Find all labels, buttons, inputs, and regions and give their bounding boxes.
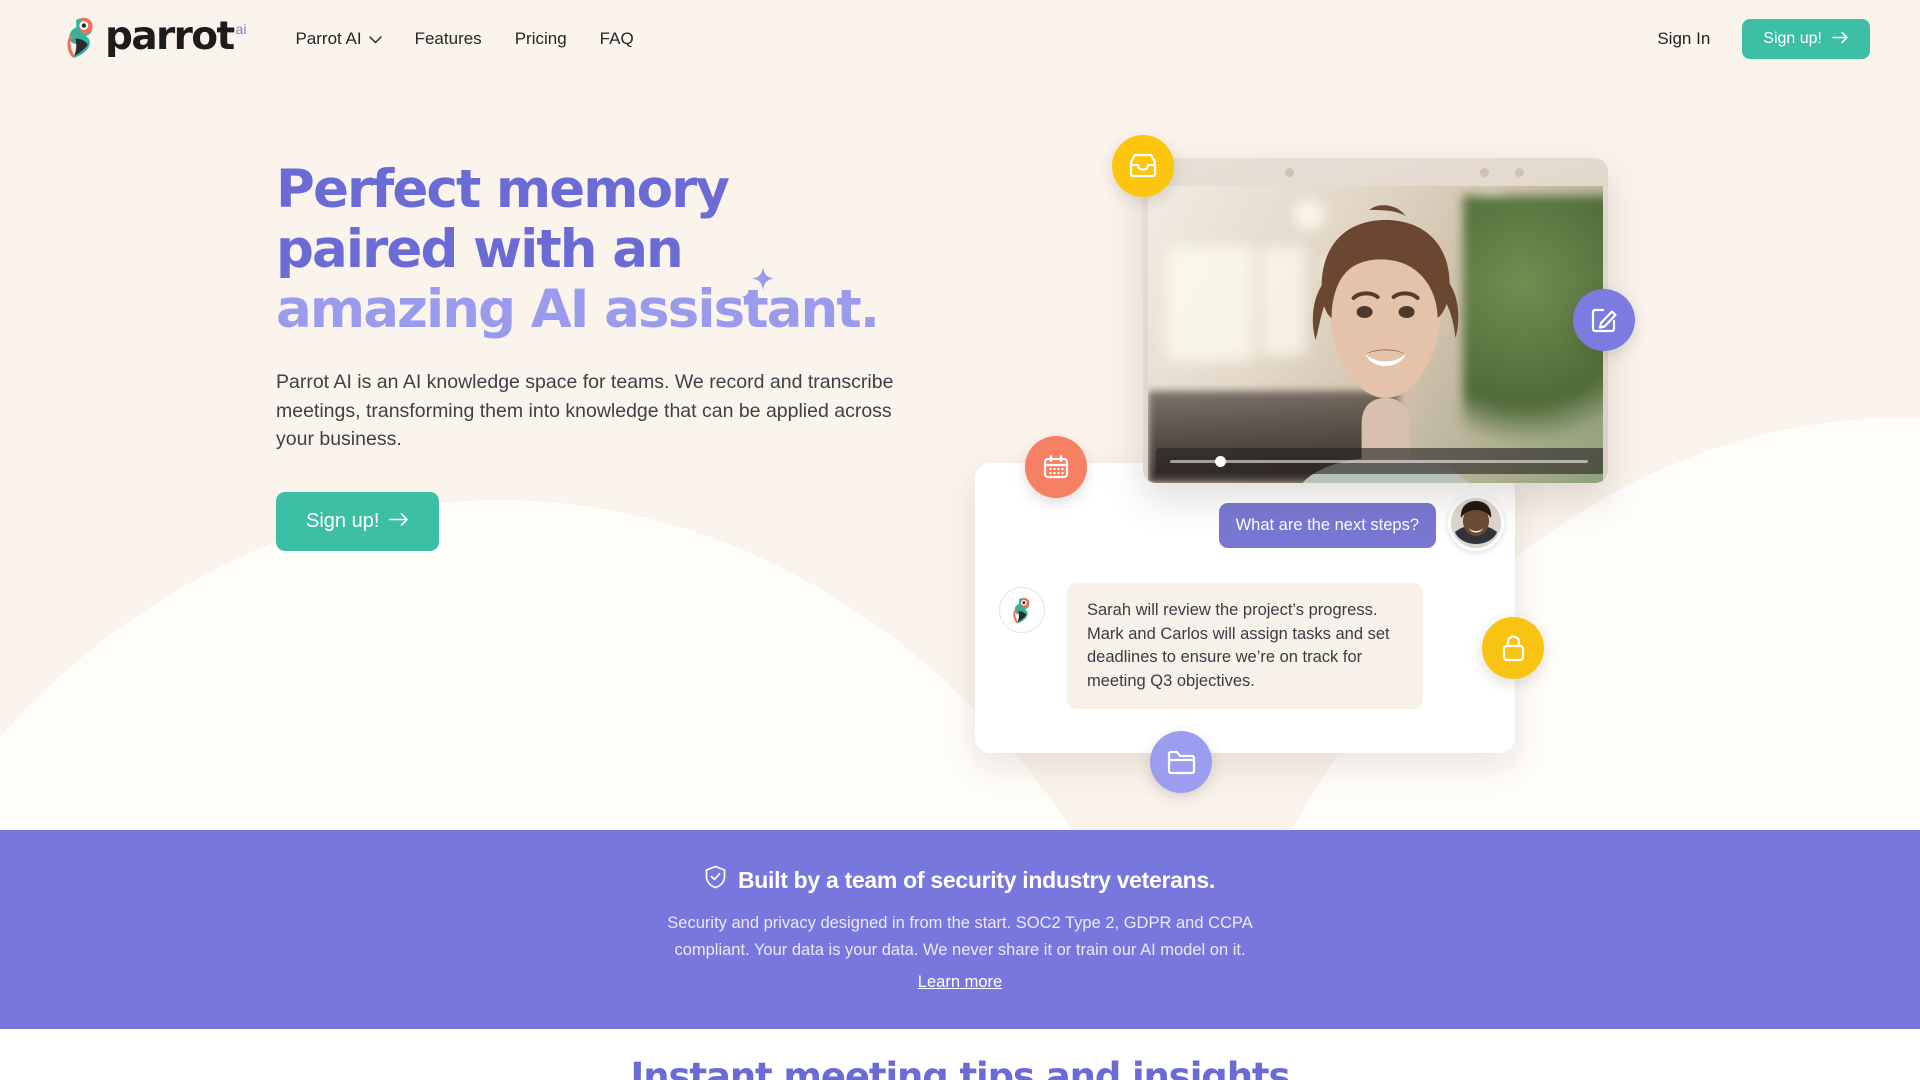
chat-preview-card: What are the next steps? Sarah will revi… [975, 463, 1515, 753]
security-banner-heading-text: Built by a team of security industry vet… [737, 866, 1216, 893]
learn-more-link[interactable]: Learn more [918, 973, 1002, 992]
sparkle-icon [739, 265, 779, 312]
hero-cta-label: Sign up! [306, 509, 380, 532]
ai-message-bubble: Sarah will review the project’s progress… [1067, 583, 1423, 709]
security-banner-title: Built by a team of security industry vet… [705, 865, 1215, 895]
shield-check-icon [705, 865, 726, 895]
page-title: Perfect memory paired with an amazing AI… [276, 160, 996, 340]
headline-line-2: paired with an [276, 219, 684, 280]
main-nav: Parrot AI Features Pricing FAQ [295, 29, 633, 49]
logo-wordmark: parrot [105, 13, 235, 59]
landing-page: parrot ai Parrot AI Features Pricing FAQ… [0, 0, 1920, 1080]
video-progress-knob[interactable] [1215, 455, 1227, 467]
hero-content: Perfect memory paired with an amazing AI… [276, 160, 996, 551]
video-preview-card[interactable] [1143, 158, 1608, 483]
parrot-bird-icon [62, 15, 100, 64]
logo[interactable]: parrot ai [62, 13, 247, 64]
video-frame [1148, 186, 1603, 483]
headline-line-3: amazing AI assistant. [276, 279, 880, 340]
video-progress-track[interactable] [1170, 455, 1588, 467]
chat-message-ai: Sarah will review the project’s progress… [999, 583, 1423, 709]
inbox-icon[interactable] [1112, 135, 1174, 197]
sign-up-button-hero[interactable]: Sign up! [276, 491, 440, 551]
user-message-bubble: What are the next steps? [1218, 503, 1436, 548]
parrot-avatar-icon [999, 587, 1045, 633]
lock-icon[interactable] [1482, 617, 1544, 679]
folder-icon[interactable] [1150, 731, 1212, 793]
user-avatar [1448, 495, 1504, 551]
video-person [1265, 202, 1505, 483]
calendar-icon[interactable] [1025, 436, 1087, 498]
edit-icon[interactable] [1573, 289, 1635, 351]
chevron-down-icon [368, 29, 382, 49]
security-banner: Built by a team of security industry vet… [0, 830, 1920, 1029]
nav-item-faq[interactable]: FAQ [600, 29, 634, 49]
sign-up-button-header[interactable]: Sign up! [1742, 19, 1870, 59]
nav-label: Parrot AI [295, 29, 362, 48]
headline-line-1: Perfect memory [276, 159, 730, 220]
logo-superscript: ai [235, 20, 247, 37]
site-header: parrot ai Parrot AI Features Pricing FAQ… [0, 0, 1920, 78]
nav-item-features[interactable]: Features [415, 29, 482, 49]
next-section-heading: Instant meeting tips and insights [630, 1055, 1291, 1080]
security-banner-body: Security and privacy designed in from th… [667, 914, 1253, 959]
nav-item-pricing[interactable]: Pricing [515, 29, 567, 49]
sign-up-label: Sign up! [1763, 30, 1822, 47]
video-progress-bar[interactable] [1156, 448, 1603, 474]
header-actions: Sign In Sign up! [1657, 19, 1870, 59]
chat-message-user: What are the next steps? [1218, 495, 1504, 551]
hero-subtext: Parrot AI is an AI knowledge space for t… [276, 371, 894, 450]
nav-item-parrot-ai[interactable]: Parrot AI [295, 29, 382, 49]
arrow-right-icon [389, 511, 409, 531]
sign-in-link[interactable]: Sign In [1657, 29, 1710, 49]
arrow-right-icon [1832, 31, 1849, 48]
window-dots [1143, 158, 1608, 186]
